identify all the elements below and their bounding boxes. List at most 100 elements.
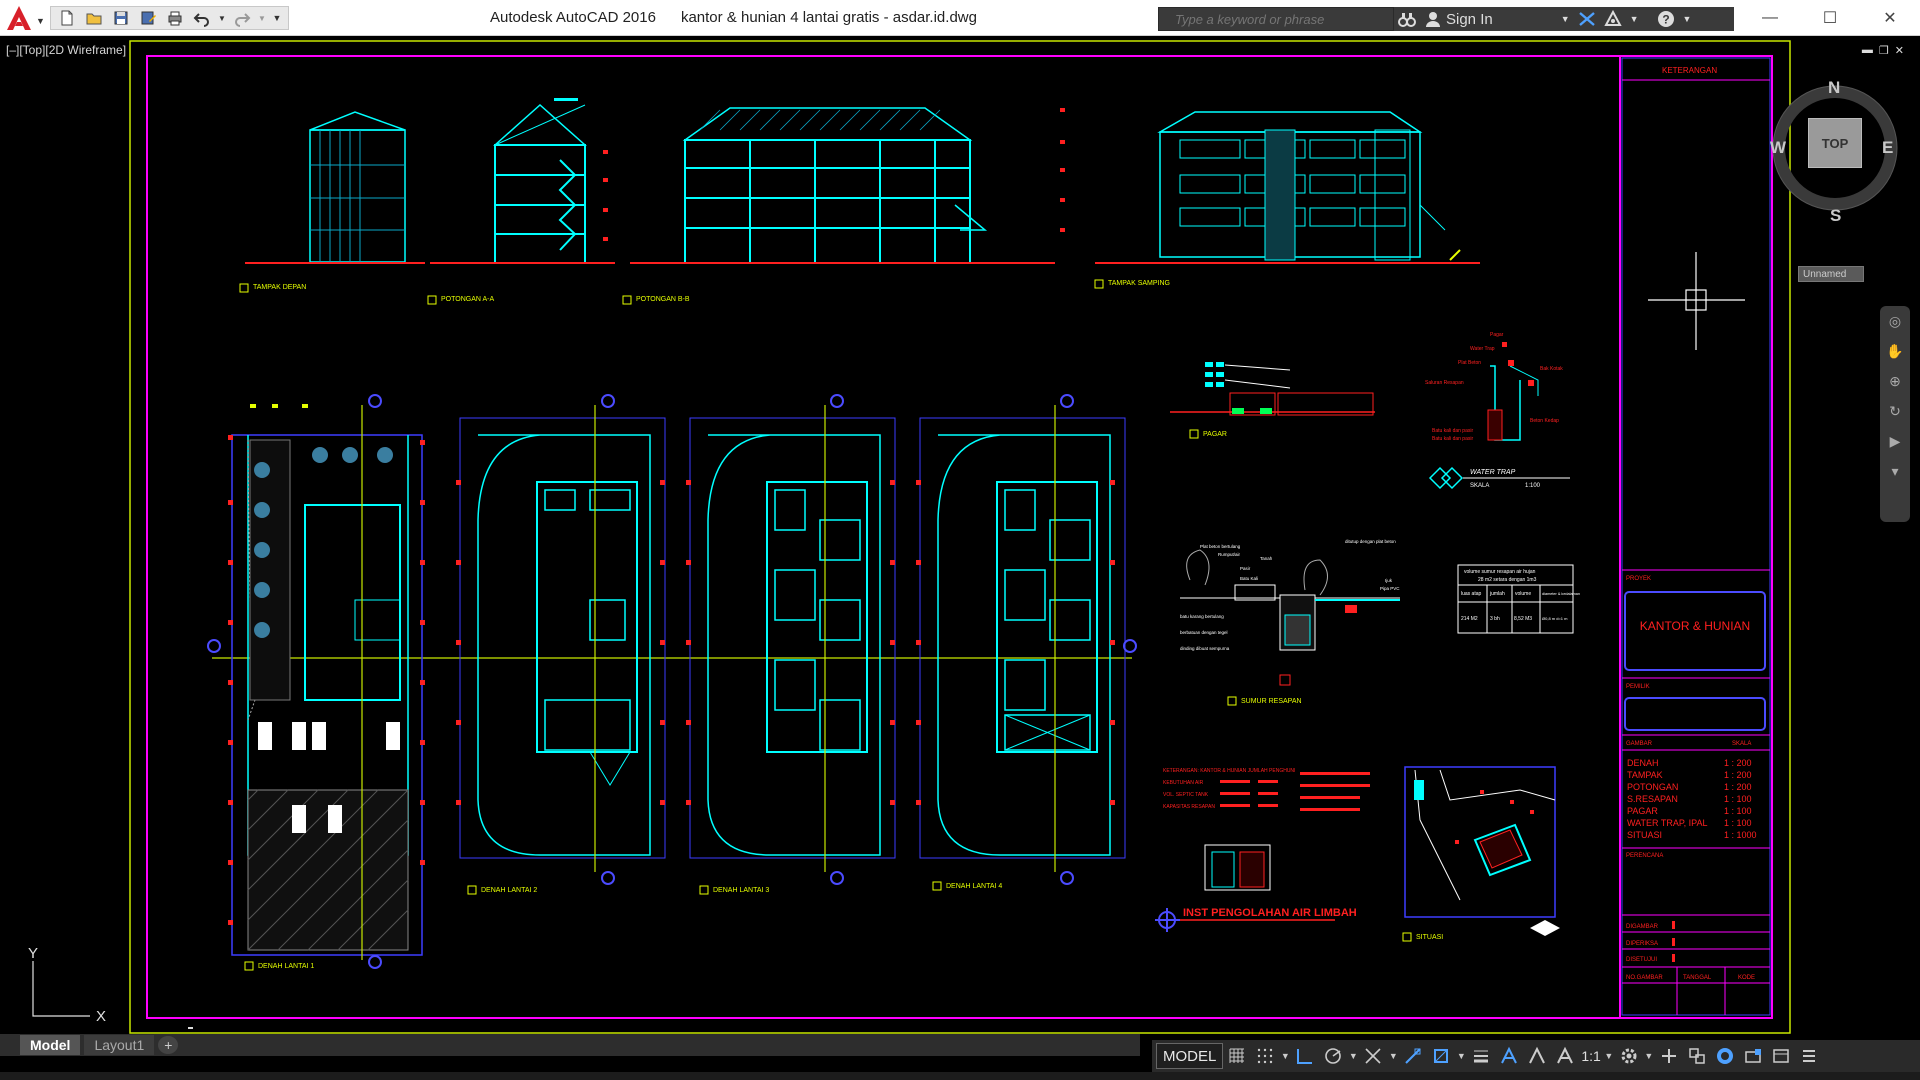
viewcube-south-label[interactable]: S bbox=[1830, 206, 1841, 226]
resapan-table-header: luas atap bbox=[1461, 591, 1482, 597]
crosshair-cursor bbox=[1648, 252, 1745, 350]
open-folder-icon[interactable] bbox=[82, 7, 106, 29]
ortho-mode-icon[interactable] bbox=[1291, 1042, 1319, 1070]
quick-access-toolbar: ▼ ▼ ▼ bbox=[50, 6, 289, 30]
annotation-monitor-plus-icon[interactable] bbox=[1655, 1042, 1683, 1070]
auto-scale-icon[interactable] bbox=[1523, 1042, 1551, 1070]
save-as-icon[interactable] bbox=[136, 7, 160, 29]
customize-qat-chevron-down-icon[interactable]: ▼ bbox=[270, 7, 284, 29]
resapan-table-cell: 3 bh bbox=[1490, 616, 1500, 622]
label-potongan-aa: POTONGAN A-A bbox=[441, 296, 494, 303]
polar-chevron-down-icon[interactable]: ▼ bbox=[1347, 1051, 1359, 1061]
help-icon[interactable]: ? bbox=[1653, 7, 1679, 31]
detail-sumur-resapan: Plat beton bertulang Rumput/air Tanah Pa… bbox=[1180, 539, 1400, 706]
annotation-visibility-icon[interactable] bbox=[1495, 1042, 1523, 1070]
resapan-volume-table: volume sumur resapan air hujan 28 m2 set… bbox=[1457, 564, 1580, 634]
viewport-restore-button[interactable]: ❐ bbox=[1879, 44, 1889, 57]
workspace-chevron-down-icon[interactable]: ▼ bbox=[1643, 1051, 1655, 1061]
viewcube-top-face[interactable]: TOP bbox=[1808, 118, 1862, 168]
tab-model[interactable]: Model bbox=[20, 1035, 81, 1055]
tab-layout1[interactable]: Layout1 bbox=[84, 1035, 155, 1055]
redo-chevron-down-icon[interactable]: ▼ bbox=[257, 7, 267, 29]
water-trap-note: Batu kali dan pasir bbox=[1432, 428, 1473, 434]
snap-mode-icon[interactable] bbox=[1251, 1042, 1279, 1070]
label-sumur-resapan: SUMUR RESAPAN bbox=[1241, 698, 1302, 705]
title-block-drawing-scale: 1 : 200 bbox=[1724, 782, 1752, 792]
exchange-apps-icon[interactable] bbox=[1574, 7, 1600, 31]
viewport-controls-label[interactable]: [–][Top][2D Wireframe] bbox=[6, 43, 126, 57]
isometric-chevron-down-icon[interactable]: ▼ bbox=[1387, 1051, 1399, 1061]
ucs-menu-button[interactable]: Unnamed bbox=[1798, 266, 1864, 282]
zoom-extents-icon[interactable]: ⊕ bbox=[1880, 366, 1910, 396]
undo-chevron-down-icon[interactable]: ▼ bbox=[217, 7, 227, 29]
workspace-gear-icon[interactable] bbox=[1615, 1042, 1643, 1070]
sign-in-chevron-down-icon[interactable]: ▼ bbox=[1557, 7, 1574, 31]
viewcube-north-label[interactable]: N bbox=[1828, 78, 1840, 98]
save-icon[interactable] bbox=[109, 7, 133, 29]
new-file-icon[interactable] bbox=[55, 7, 79, 29]
viewcube-west-label[interactable]: W bbox=[1770, 138, 1786, 158]
binoculars-search-icon[interactable] bbox=[1394, 7, 1420, 31]
maximize-button[interactable]: ☐ bbox=[1800, 0, 1860, 36]
resapan-note: Ijuk bbox=[1385, 578, 1393, 583]
sign-in-button[interactable]: Sign In bbox=[1420, 7, 1497, 31]
minimize-button[interactable]: — bbox=[1740, 0, 1800, 36]
drawing-canvas[interactable]: TAMPAK DEPAN POTONGAN A-A POTONGAN B-B T… bbox=[0, 36, 1920, 1034]
clean-screen-icon[interactable] bbox=[1767, 1042, 1795, 1070]
add-layout-icon[interactable]: + bbox=[158, 1036, 179, 1054]
title-block-inner bbox=[1621, 57, 1771, 1016]
orbit-icon[interactable]: ↻ bbox=[1880, 396, 1910, 426]
resapan-note: Batu Kali bbox=[1240, 576, 1258, 581]
customization-menu-icon[interactable] bbox=[1795, 1042, 1823, 1070]
viewcube-east-label[interactable]: E bbox=[1882, 138, 1893, 158]
search-box[interactable] bbox=[1158, 7, 1394, 31]
autocad-logo-icon[interactable] bbox=[4, 4, 34, 32]
elevation-tampak-samping bbox=[1095, 111, 1480, 264]
a360-chevron-down-icon[interactable]: ▼ bbox=[1626, 7, 1643, 31]
resapan-table-cell: Ø0,8 m d=1 m bbox=[1542, 616, 1568, 621]
water-trap-note: Batu kali dan pasir bbox=[1432, 436, 1473, 442]
isolate-objects-icon[interactable] bbox=[1711, 1042, 1739, 1070]
elevation-label-group: TAMPAK DEPAN POTONGAN A-A POTONGAN B-B T… bbox=[239, 279, 1170, 305]
annotation-scale-label[interactable]: 1:1 bbox=[1579, 1048, 1602, 1064]
annotation-scale-icon[interactable] bbox=[1551, 1042, 1579, 1070]
floor-plan-lantai-1 bbox=[207, 394, 425, 969]
title-block-perencana-label: PERENCANA bbox=[1626, 853, 1663, 859]
snap-chevron-down-icon[interactable]: ▼ bbox=[1279, 1051, 1291, 1061]
viewport-close-button[interactable]: ✕ bbox=[1895, 44, 1904, 57]
title-block-drawing-scale: 1 : 1000 bbox=[1724, 830, 1757, 840]
object-snap-tracking-icon[interactable] bbox=[1399, 1042, 1427, 1070]
units-icon[interactable] bbox=[1683, 1042, 1711, 1070]
undo-icon[interactable] bbox=[190, 7, 214, 29]
hardware-acceleration-icon[interactable] bbox=[1739, 1042, 1767, 1070]
help-chevron-down-icon[interactable]: ▼ bbox=[1679, 7, 1696, 31]
autodesk-a360-icon[interactable] bbox=[1600, 7, 1626, 31]
lineweight-icon[interactable] bbox=[1467, 1042, 1495, 1070]
isometric-drafting-icon[interactable] bbox=[1359, 1042, 1387, 1070]
viewcube[interactable]: N S E W TOP bbox=[1770, 78, 1900, 228]
plot-printer-icon[interactable] bbox=[163, 7, 187, 29]
osnap-chevron-down-icon[interactable]: ▼ bbox=[1455, 1051, 1467, 1061]
detail-water-trap: Pagar Water Trap Plat Beton Bak Kotak Sa… bbox=[1425, 332, 1570, 490]
viewport-minimize-button[interactable]: ▬ bbox=[1862, 44, 1873, 57]
close-button[interactable]: ✕ bbox=[1860, 0, 1920, 36]
app-menu-chevron-down-icon[interactable]: ▼ bbox=[36, 16, 45, 26]
steering-wheel-icon[interactable]: ◎ bbox=[1880, 306, 1910, 336]
detail-situasi: SITUASI bbox=[1402, 766, 1560, 942]
resapan-note: Tanah bbox=[1260, 556, 1273, 561]
search-input[interactable] bbox=[1159, 8, 1393, 30]
redo-icon[interactable] bbox=[230, 7, 254, 29]
scale-chevron-down-icon[interactable]: ▼ bbox=[1603, 1051, 1615, 1061]
object-snap-icon[interactable] bbox=[1427, 1042, 1455, 1070]
title-block-drawing-name: DENAH bbox=[1627, 758, 1659, 768]
navbar-customize-icon[interactable]: ▾ bbox=[1880, 456, 1910, 486]
title-block-tanggal-label: TANGGAL bbox=[1683, 975, 1712, 981]
label-water-trap: WATER TRAP bbox=[1470, 469, 1516, 476]
pan-icon[interactable]: ✋ bbox=[1880, 336, 1910, 366]
showmotion-icon[interactable]: ▶ bbox=[1880, 426, 1910, 456]
navigation-bar: ◎ ✋ ⊕ ↻ ▶ ▾ bbox=[1880, 306, 1910, 522]
polar-tracking-icon[interactable] bbox=[1319, 1042, 1347, 1070]
label-potongan-bb: POTONGAN B-B bbox=[636, 296, 690, 303]
model-space-button[interactable]: MODEL bbox=[1156, 1043, 1224, 1069]
grid-display-icon[interactable] bbox=[1223, 1042, 1251, 1070]
